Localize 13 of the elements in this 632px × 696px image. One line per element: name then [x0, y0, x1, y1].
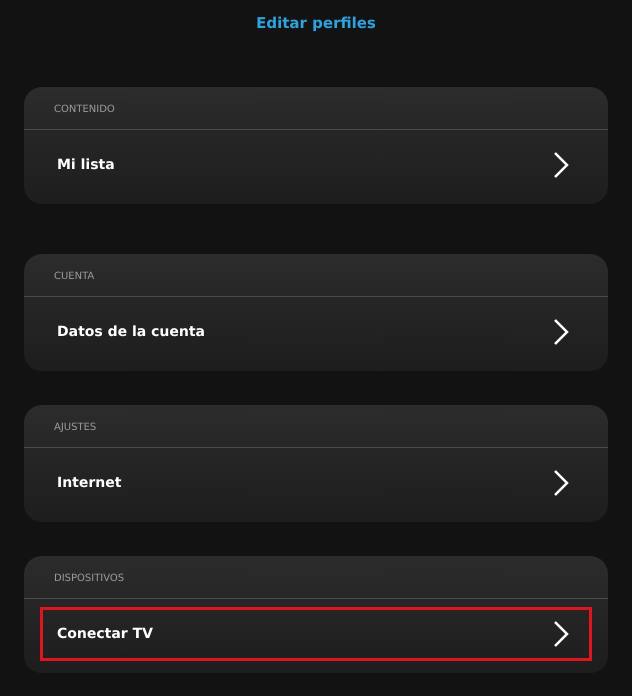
section-header: CONTENIDO — [24, 87, 608, 130]
section-header: CUENTA — [24, 254, 608, 297]
section-header: AJUSTES — [24, 405, 608, 448]
menu-item[interactable]: Internet — [40, 456, 592, 510]
menu-item[interactable]: Mi lista — [40, 138, 592, 192]
chevron-right-icon — [553, 151, 569, 179]
chevron-right-icon — [553, 469, 569, 497]
menu-item[interactable]: Conectar TV — [40, 607, 592, 661]
menu-item[interactable]: Datos de la cuenta — [40, 305, 592, 359]
chevron-right-icon — [553, 318, 569, 346]
page-title: Editar perfiles — [255, 13, 377, 34]
chevron-right-icon — [553, 620, 569, 648]
section-header: DISPOSITIVOS — [24, 556, 608, 599]
